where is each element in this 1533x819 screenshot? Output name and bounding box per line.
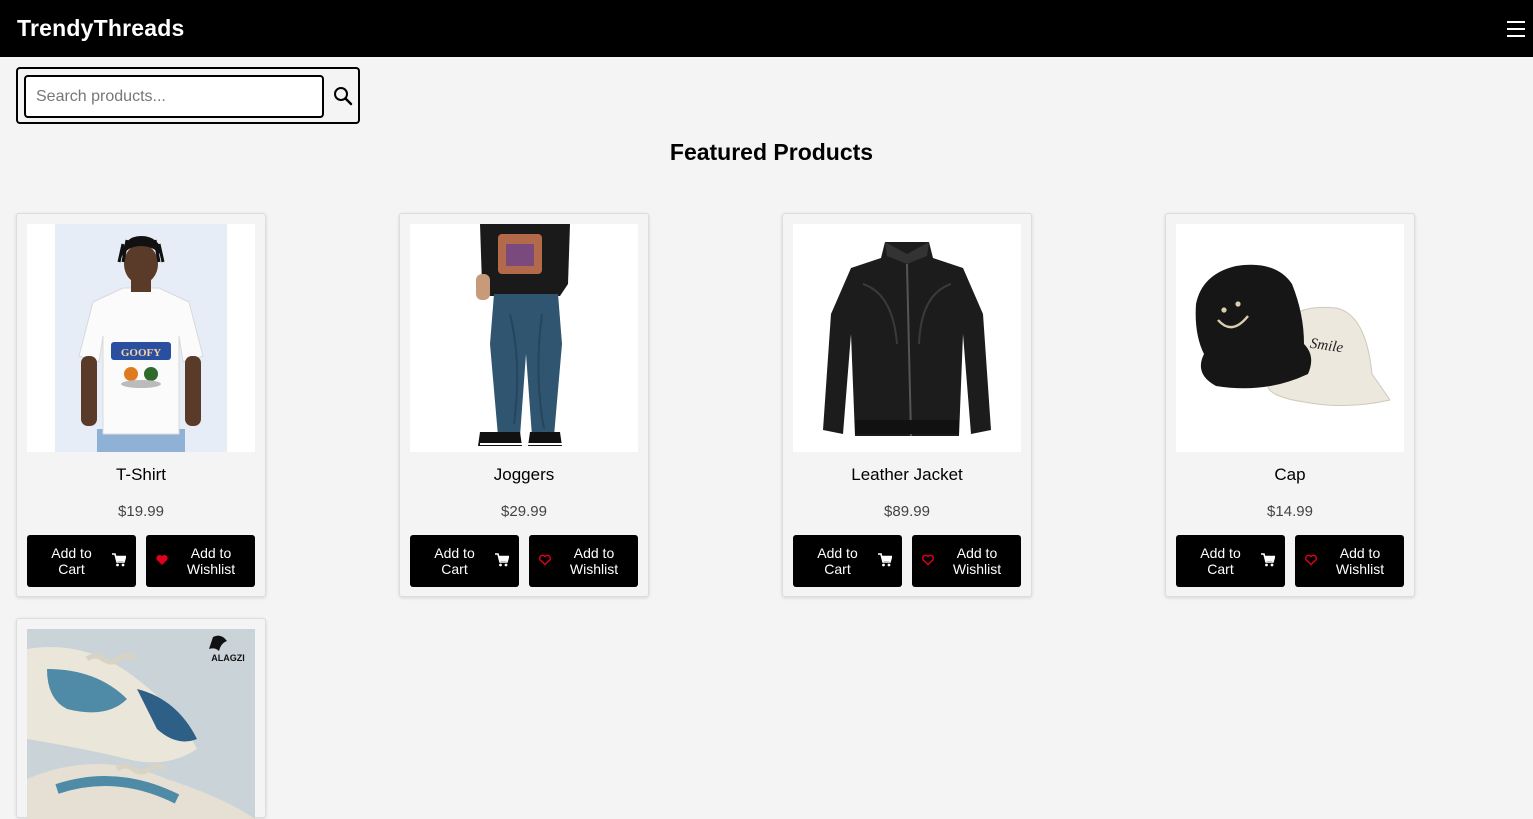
product-image-leather-jacket[interactable] — [793, 224, 1021, 452]
add-to-cart-label: Add to Cart — [1200, 545, 1241, 577]
search-button[interactable] — [331, 85, 355, 109]
joggers-model-image — [410, 224, 638, 452]
sneakers-image: ALAGZI — [27, 629, 255, 819]
product-price: $29.99 — [501, 503, 547, 520]
add-to-wishlist-button[interactable]: Add to Wishlist — [529, 535, 638, 587]
add-to-cart-button[interactable]: Add to Cart — [793, 535, 902, 587]
brand-logo-text: ALAGZI — [211, 653, 245, 663]
svg-text:GOOFY: GOOFY — [121, 347, 161, 359]
product-image-sneakers[interactable]: ALAGZI — [27, 629, 255, 819]
product-price: $14.99 — [1267, 503, 1313, 520]
cart-icon — [1261, 553, 1275, 567]
leather-jacket-image — [793, 224, 1021, 452]
cart-icon — [112, 553, 126, 567]
heart-outline-icon — [539, 554, 551, 566]
product-name[interactable]: Leather Jacket — [783, 465, 1031, 485]
hamburger-line — [1507, 20, 1525, 23]
product-image-tshirt[interactable]: GOOFY — [27, 224, 255, 452]
hamburger-line — [1507, 34, 1525, 37]
bucket-hats-image: Smile — [1176, 224, 1404, 452]
brand-logo[interactable]: TrendyThreads — [17, 15, 185, 42]
add-to-wishlist-button[interactable]: Add to Wishlist — [146, 535, 255, 587]
tshirt-model-image: GOOFY — [55, 224, 227, 452]
product-image-joggers[interactable] — [410, 224, 638, 452]
product-card-sneakers: ALAGZI — [16, 618, 266, 819]
product-price: $89.99 — [884, 503, 930, 520]
add-to-wishlist-label: Add to Wishlist — [569, 545, 619, 577]
hamburger-line — [1507, 27, 1525, 30]
add-to-cart-label: Add to Cart — [434, 545, 475, 577]
search-icon — [334, 86, 353, 105]
product-image-cap[interactable]: Smile — [1176, 224, 1404, 452]
add-to-wishlist-button[interactable]: Add to Wishlist — [912, 535, 1021, 587]
product-price: $19.99 — [118, 503, 164, 520]
add-to-wishlist-button[interactable]: Add to Wishlist — [1295, 535, 1404, 587]
heart-filled-icon — [156, 554, 168, 565]
add-to-cart-button[interactable]: Add to Cart — [1176, 535, 1285, 587]
section-title: Featured Products — [669, 139, 874, 165]
cart-icon — [495, 553, 509, 567]
add-to-cart-label: Add to Cart — [51, 545, 92, 577]
search-input[interactable] — [24, 75, 324, 118]
heart-outline-icon — [1305, 554, 1317, 566]
add-to-wishlist-label: Add to Wishlist — [952, 545, 1002, 577]
product-card-cap: Smile Cap $14.99 Add to Cart Add to Wish… — [1165, 213, 1415, 597]
heart-outline-icon — [922, 554, 934, 566]
hamburger-menu-icon[interactable] — [1505, 19, 1527, 39]
product-name[interactable]: Joggers — [400, 465, 648, 485]
product-card-joggers: Joggers $29.99 Add to Cart Add to Wishli… — [399, 213, 649, 597]
product-card-tshirt: GOOFY T-Shirt $19.99 Add to Cart Add to … — [16, 213, 266, 597]
add-to-cart-label: Add to Cart — [817, 545, 858, 577]
cart-icon — [878, 553, 892, 567]
add-to-cart-button[interactable]: Add to Cart — [27, 535, 136, 587]
search-form — [16, 67, 360, 124]
add-to-cart-button[interactable]: Add to Cart — [410, 535, 519, 587]
add-to-wishlist-label: Add to Wishlist — [186, 545, 236, 577]
add-to-wishlist-label: Add to Wishlist — [1335, 545, 1385, 577]
navbar: TrendyThreads — [0, 0, 1533, 57]
product-name[interactable]: Cap — [1166, 465, 1414, 485]
product-card-leather-jacket: Leather Jacket $89.99 Add to Cart Add to… — [782, 213, 1032, 597]
product-name[interactable]: T-Shirt — [17, 465, 265, 485]
